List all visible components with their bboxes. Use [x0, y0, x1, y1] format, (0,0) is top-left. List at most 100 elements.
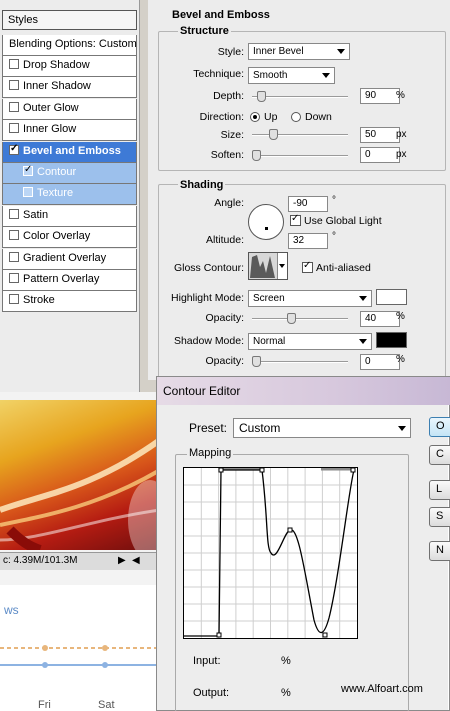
- chevron-down-icon: [322, 73, 330, 78]
- soften-slider-thumb[interactable]: [252, 150, 261, 161]
- shadow-opacity-input[interactable]: 0: [360, 354, 400, 370]
- depth-slider[interactable]: [252, 91, 348, 102]
- soften-unit: px: [396, 149, 407, 160]
- direction-down-radio[interactable]: [291, 112, 301, 122]
- bevel-and-emboss-checkbox[interactable]: [9, 143, 19, 155]
- style-dropdown[interactable]: Inner Bevel: [248, 43, 350, 60]
- style-item-label: Color Overlay: [23, 230, 91, 243]
- scroll-left-icon[interactable]: ◀: [132, 555, 140, 566]
- highlight-opacity-slider[interactable]: [252, 313, 348, 324]
- gloss-contour-label: Gloss Contour:: [173, 262, 244, 274]
- style-item-label: Gradient Overlay: [23, 251, 107, 264]
- highlight-color-swatch[interactable]: [376, 289, 407, 305]
- size-slider[interactable]: [252, 129, 348, 140]
- anti-aliased-checkbox[interactable]: [302, 260, 313, 273]
- day-label-fri: Fri: [38, 699, 51, 711]
- stroke-checkbox[interactable]: [9, 294, 19, 305]
- use-global-light-checkbox[interactable]: [290, 213, 301, 226]
- highlight-opacity-input[interactable]: 40: [360, 311, 400, 327]
- style-item-stroke[interactable]: Stroke: [2, 291, 137, 313]
- style-label: Style:: [217, 46, 244, 58]
- technique-dropdown[interactable]: Smooth: [248, 67, 335, 84]
- size-slider-thumb[interactable]: [269, 129, 279, 140]
- angle-unit: °: [332, 195, 336, 206]
- preset-dropdown[interactable]: Custom: [233, 418, 411, 438]
- blending-options-item[interactable]: Blending Options: Custom: [2, 35, 137, 56]
- style-item-outer-glow[interactable]: Outer Glow: [2, 98, 137, 120]
- output-unit: %: [281, 687, 291, 699]
- outer-glow-checkbox[interactable]: [9, 101, 19, 112]
- mapping-label: Mapping: [187, 447, 234, 459]
- angle-input[interactable]: -90: [288, 196, 328, 212]
- shadow-opacity-unit: %: [396, 354, 405, 365]
- chart-title-fragment: ws: [4, 603, 19, 617]
- style-item-pattern-overlay[interactable]: Pattern Overlay: [2, 270, 137, 291]
- altitude-input[interactable]: 32: [288, 233, 328, 249]
- style-item-label: Texture: [37, 187, 74, 200]
- contour-editor-titlebar[interactable]: Contour Editor: [157, 377, 450, 405]
- gloss-contour-thumbnail: [249, 253, 277, 279]
- shadow-mode-dropdown[interactable]: Normal: [248, 333, 372, 350]
- texture-checkbox[interactable]: [23, 187, 33, 198]
- soften-input[interactable]: 0: [360, 147, 400, 163]
- style-item-label: Bevel and Emboss: [23, 144, 121, 157]
- direction-up-label: Up: [264, 111, 278, 123]
- gloss-contour-picker[interactable]: [248, 252, 288, 280]
- styles-header[interactable]: Styles: [2, 10, 137, 30]
- style-item-gradient-overlay[interactable]: Gradient Overlay: [2, 248, 137, 270]
- use-global-light-label: Use Global Light: [304, 215, 382, 227]
- style-item-drop-shadow[interactable]: Drop Shadow: [2, 56, 137, 77]
- style-item-bevel-and-emboss[interactable]: Bevel and Emboss: [2, 141, 137, 163]
- depth-input[interactable]: 90: [360, 88, 400, 104]
- bevel-emboss-settings: Bevel and Emboss Structure Style: Inner …: [148, 0, 450, 380]
- style-item-inner-shadow[interactable]: Inner Shadow: [2, 77, 137, 99]
- soften-slider[interactable]: [252, 150, 348, 161]
- altitude-unit: °: [332, 231, 336, 242]
- drop-shadow-checkbox[interactable]: [9, 59, 19, 69]
- shading-group: [158, 184, 446, 380]
- technique-label: Technique:: [193, 68, 244, 80]
- chevron-down-icon: [359, 339, 367, 344]
- contour-mapping-graph[interactable]: [183, 467, 358, 639]
- style-dropdown-value: Inner Bevel: [253, 46, 304, 57]
- ok-button[interactable]: O: [429, 417, 450, 437]
- load-button[interactable]: L: [429, 480, 450, 500]
- highlight-opacity-thumb[interactable]: [286, 313, 296, 324]
- angle-dial[interactable]: [248, 204, 284, 240]
- pattern-overlay-checkbox[interactable]: [9, 273, 19, 283]
- highlight-mode-dropdown[interactable]: Screen: [248, 290, 372, 307]
- soften-label: Soften:: [210, 149, 244, 161]
- shadow-opacity-slider[interactable]: [252, 356, 348, 367]
- style-item-label: Stroke: [23, 294, 55, 307]
- direction-up-radio[interactable]: [250, 112, 260, 122]
- style-item-label: Contour: [37, 166, 77, 178]
- technique-dropdown-value: Smooth: [253, 70, 288, 81]
- shadow-opacity-thumb[interactable]: [252, 356, 261, 367]
- size-input[interactable]: 50: [360, 127, 400, 143]
- size-label: Size:: [220, 129, 244, 141]
- style-item-inner-glow[interactable]: Inner Glow: [2, 120, 137, 142]
- color-overlay-checkbox[interactable]: [9, 230, 19, 241]
- save-button[interactable]: S: [429, 507, 450, 527]
- shadow-color-swatch[interactable]: [376, 332, 407, 348]
- style-item-satin[interactable]: Satin: [2, 205, 137, 227]
- style-item-label: Inner Glow: [23, 123, 77, 136]
- new-button[interactable]: N: [429, 541, 450, 561]
- angle-dial-pointer: [265, 227, 268, 230]
- inner-glow-checkbox[interactable]: [9, 123, 19, 134]
- play-arrow-icon[interactable]: ▶: [118, 555, 126, 566]
- cancel-button[interactable]: C: [429, 445, 450, 465]
- anti-aliased-label: Anti-aliased: [316, 262, 371, 274]
- style-item-color-overlay[interactable]: Color Overlay: [2, 227, 137, 249]
- direction-label: Direction:: [199, 111, 244, 123]
- inner-shadow-checkbox[interactable]: [9, 80, 19, 91]
- satin-checkbox[interactable]: [9, 208, 19, 219]
- shadow-mode-label: Shadow Mode:: [173, 335, 244, 347]
- depth-slider-thumb[interactable]: [257, 91, 267, 102]
- style-item-contour[interactable]: Contour: [2, 163, 137, 184]
- style-item-texture[interactable]: Texture: [2, 184, 137, 206]
- document-size-status: c: 4.39M/101.3M: [3, 555, 78, 566]
- contour-checkbox[interactable]: [23, 164, 33, 176]
- gradient-overlay-checkbox[interactable]: [9, 251, 19, 262]
- output-label: Output:: [193, 687, 230, 699]
